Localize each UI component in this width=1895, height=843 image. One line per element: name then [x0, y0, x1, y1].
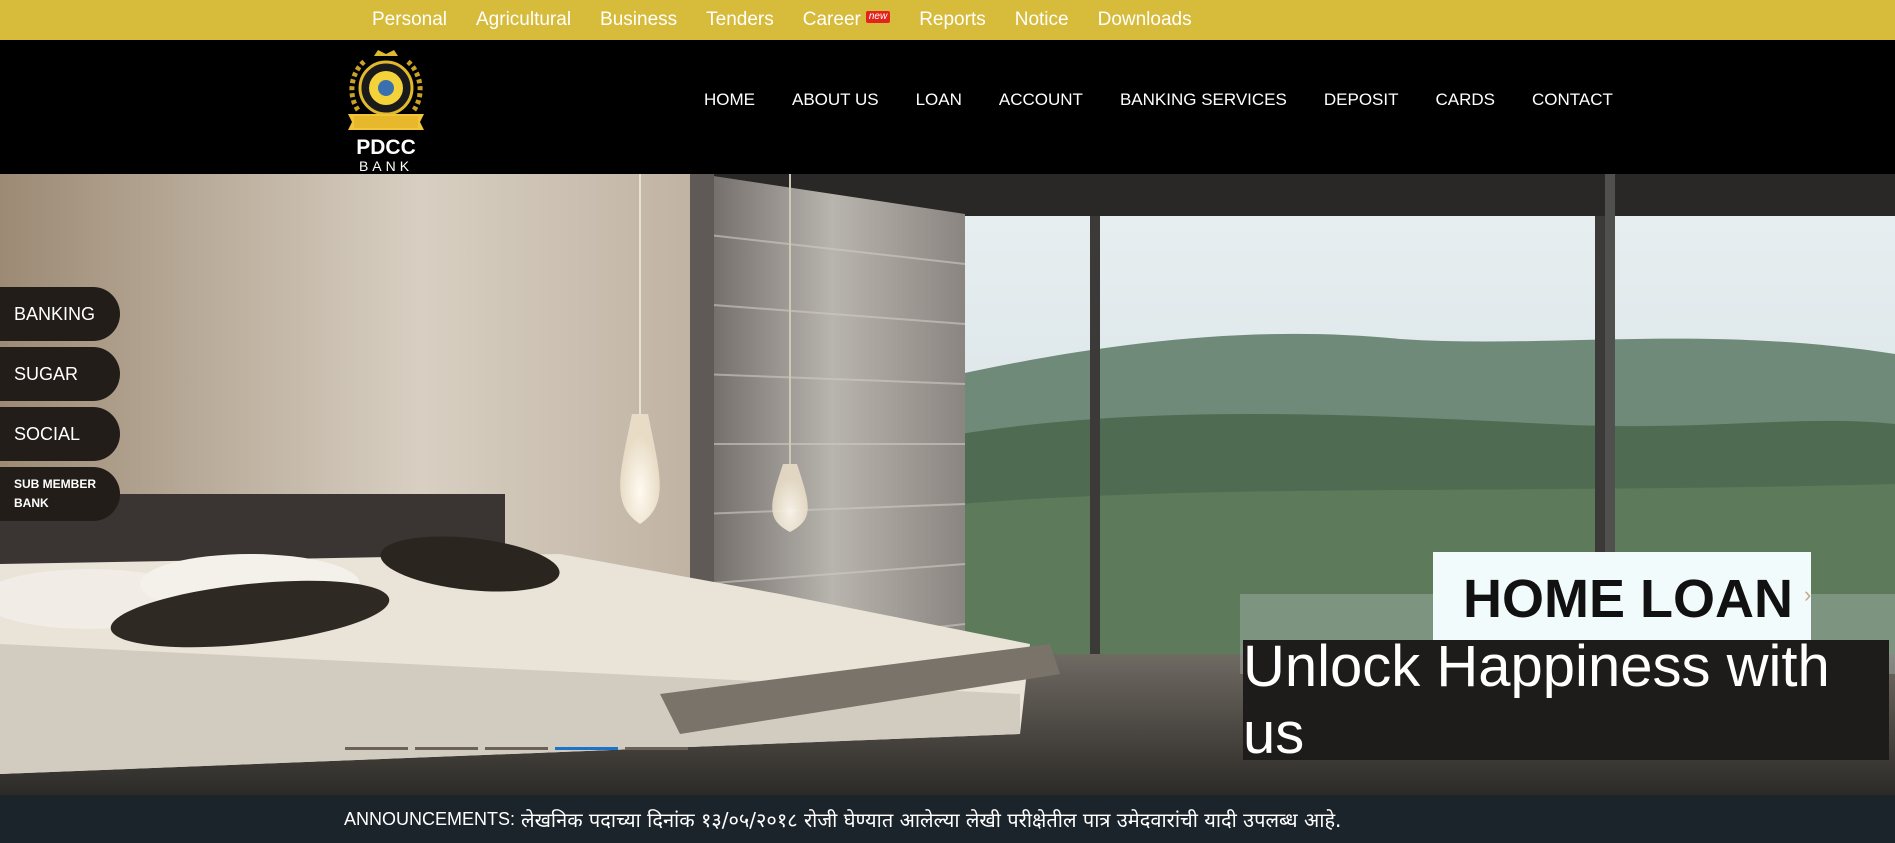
nav-link-account[interactable]: ACCOUNT: [999, 90, 1083, 109]
nav-link-loan[interactable]: LOAN: [916, 90, 962, 109]
utility-link-notice[interactable]: Notice: [1015, 9, 1069, 31]
chevron-right-icon[interactable]: ›: [1804, 582, 1811, 608]
nav-item-deposit: DEPOSIT: [1324, 90, 1399, 110]
hero-slider: BANKING SUGAR SOCIAL SUB MEMBER BANK HOM…: [0, 174, 1895, 795]
utility-link-downloads[interactable]: Downloads: [1098, 9, 1192, 31]
slide-indicator[interactable]: [625, 747, 688, 750]
nav-item-home: HOME: [704, 90, 755, 110]
slide-indicator-active[interactable]: [555, 747, 618, 750]
announcement-label: ANNOUNCEMENTS:: [344, 808, 516, 829]
nav-link-deposit[interactable]: DEPOSIT: [1324, 90, 1399, 109]
utility-link-personal[interactable]: Personal: [372, 9, 447, 31]
utility-item-agricultural: Agricultural: [476, 9, 571, 31]
nav-item-banking-services: BANKING SERVICES: [1120, 90, 1287, 110]
nav-link-home[interactable]: HOME: [704, 90, 755, 109]
logo-wordmark: PDCC: [356, 136, 416, 159]
slide-subtitle-box: Unlock Happiness with us: [1243, 634, 1889, 766]
utility-item-personal: Personal: [372, 9, 447, 31]
utility-item-career: Career new: [803, 9, 891, 31]
slide-indicators: [345, 747, 695, 750]
slide-subtitle: Unlock Happiness with us: [1243, 634, 1830, 766]
slide-title-box: HOME LOAN: [1433, 552, 1811, 646]
slide-indicator[interactable]: [485, 747, 548, 750]
new-badge: new: [865, 11, 891, 23]
utility-link-career[interactable]: Career: [803, 9, 861, 31]
slide-indicator[interactable]: [415, 747, 478, 750]
nav-link-banking-services[interactable]: BANKING SERVICES: [1120, 90, 1287, 109]
slide-indicator[interactable]: [345, 747, 408, 750]
sidetab-social[interactable]: SOCIAL: [0, 407, 120, 461]
announcement-bar: ANNOUNCEMENTS: लेखनिक पदाच्या दिनांक १३/…: [0, 795, 1895, 843]
slide-title: HOME LOAN: [1463, 569, 1793, 629]
nav-link-about-us[interactable]: ABOUT US: [792, 90, 879, 109]
nav-item-about: ABOUT US: [792, 90, 879, 110]
nav-item-loan: LOAN: [916, 90, 962, 110]
nav-item-account: ACCOUNT: [999, 90, 1083, 110]
nav-link-cards[interactable]: CARDS: [1435, 90, 1495, 109]
nav-link-contact[interactable]: CONTACT: [1532, 90, 1613, 109]
utility-item-reports: Reports: [919, 9, 986, 31]
utility-item-business: Business: [600, 9, 677, 31]
main-nav: HOME ABOUT US LOAN ACCOUNT BANKING SERVI…: [704, 90, 1613, 110]
utility-link-agricultural[interactable]: Agricultural: [476, 9, 571, 31]
utility-item-downloads: Downloads: [1098, 9, 1192, 31]
utility-item-notice: Notice: [1015, 9, 1069, 31]
sidetab-sugar[interactable]: SUGAR: [0, 347, 120, 401]
bank-emblem-icon: [348, 50, 424, 130]
utility-link-business[interactable]: Business: [600, 9, 677, 31]
logo-subtitle: BANK: [358, 158, 414, 174]
utility-link-tenders[interactable]: Tenders: [706, 9, 774, 31]
announcement-text[interactable]: लेखनिक पदाच्या दिनांक १३/०५/२०१८ रोजी घे…: [521, 806, 1341, 833]
site-header: PDCC BANK HOME ABOUT US LOAN ACCOUNT BAN…: [0, 40, 1895, 174]
sidetab-banking[interactable]: BANKING: [0, 287, 120, 341]
utility-item-tenders: Tenders: [706, 9, 774, 31]
utility-nav: Personal Agricultural Business Tenders C…: [372, 0, 1221, 40]
top-utility-bar: Personal Agricultural Business Tenders C…: [0, 0, 1895, 40]
side-tabs: BANKING SUGAR SOCIAL SUB MEMBER BANK: [0, 287, 120, 527]
bank-logo[interactable]: PDCC BANK: [344, 48, 428, 174]
nav-item-cards: CARDS: [1435, 90, 1495, 110]
sidetab-sub-member-bank[interactable]: SUB MEMBER BANK: [0, 467, 120, 521]
utility-link-reports[interactable]: Reports: [919, 9, 986, 31]
nav-item-contact: CONTACT: [1532, 90, 1613, 110]
